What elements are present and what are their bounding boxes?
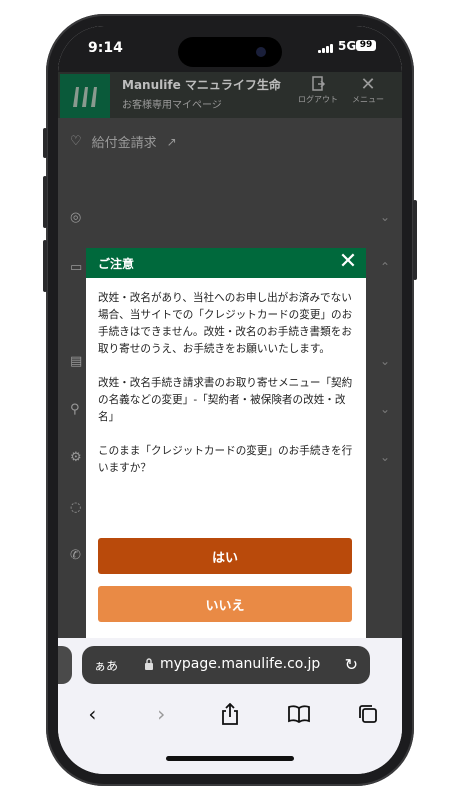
list-icon: ▤ bbox=[70, 354, 83, 369]
lock-icon bbox=[145, 658, 153, 670]
manulife-logo[interactable] bbox=[60, 74, 110, 118]
bookmarks-button[interactable] bbox=[279, 699, 319, 729]
no-button[interactable]: いいえ bbox=[98, 586, 352, 622]
volume-down-button bbox=[43, 240, 47, 292]
dialog-paragraph: 改姓・改名手続き請求書のお取り寄せメニュー「契約の名義などの変更」-「契約者・被… bbox=[98, 377, 353, 423]
share-button[interactable] bbox=[210, 699, 250, 729]
power-button bbox=[413, 200, 417, 280]
logout-icon bbox=[312, 76, 326, 91]
safari-bottom-bar: ぁあ mypage.manulife.co.jp ↻ ‹ › bbox=[58, 638, 402, 774]
menu-item-icon-search[interactable]: ⚲ bbox=[70, 402, 80, 417]
menu-button[interactable]: ✕ メニュー bbox=[346, 76, 390, 105]
text-size-button[interactable]: ぁあ bbox=[94, 657, 118, 674]
reload-icon[interactable]: ↻ bbox=[345, 655, 358, 674]
back-button[interactable]: ‹ bbox=[72, 699, 112, 729]
browser-toolbar: ‹ › bbox=[58, 694, 402, 734]
battery-icon: 99 bbox=[356, 40, 376, 51]
previous-tab-preview[interactable] bbox=[58, 646, 72, 684]
tabs-icon bbox=[358, 705, 377, 723]
mute-switch bbox=[43, 128, 47, 158]
dialog-paragraph: 改姓・改名があり、当社へのお申し出がお済みでない場合、当サイトでの「クレジットカ… bbox=[98, 292, 353, 355]
status-bar: 9:14 5G 99 bbox=[58, 26, 402, 72]
book-icon bbox=[287, 705, 310, 723]
logout-button[interactable]: ログアウト bbox=[296, 76, 340, 105]
menu-item-icon-chat[interactable]: ◌ bbox=[70, 500, 81, 515]
manulife-logo-icon bbox=[73, 87, 97, 107]
dialog-paragraph: このまま「クレジットカードの変更」のお手続きを行いますか？ bbox=[98, 445, 353, 474]
chevron-up-icon: ⌃ bbox=[379, 260, 390, 274]
brand-subtitle: お客様専用マイページ bbox=[122, 100, 222, 111]
gear-icon: ⚙ bbox=[70, 450, 82, 465]
url-text: mypage.manulife.co.jp bbox=[160, 656, 321, 672]
menu-item-benefit-claim[interactable]: ♡ 給付金請求 ↗ bbox=[70, 132, 177, 151]
menu-item-icon-doc[interactable]: ▭ bbox=[70, 260, 82, 275]
yes-button[interactable]: はい bbox=[98, 538, 352, 574]
site-header: Manulife マニュライフ生命 お客様専用マイページ ログアウト ✕ メニュ… bbox=[58, 72, 402, 118]
close-menu-icon: ✕ bbox=[360, 74, 376, 95]
menu-item-icon-settings[interactable]: ⚙ bbox=[70, 450, 82, 465]
heart-plus-icon: ♡ bbox=[70, 134, 82, 149]
volume-up-button bbox=[43, 176, 47, 228]
dialog-title: ご注意 bbox=[98, 257, 135, 271]
dialog-message: 改姓・改名があり、当社へのお申し出がお済みでない場合、当サイトでの「クレジットカ… bbox=[98, 290, 356, 494]
person-icon: ◎ bbox=[70, 210, 82, 225]
chevron-down-icon: ⌄ bbox=[379, 210, 390, 224]
chevron-down-icon: ⌄ bbox=[379, 402, 390, 416]
url-display[interactable]: mypage.manulife.co.jp bbox=[144, 656, 320, 672]
home-indicator[interactable] bbox=[166, 756, 294, 761]
dynamic-island bbox=[178, 37, 282, 67]
menu-item-icon-person[interactable]: ◎ bbox=[70, 210, 81, 225]
document-icon: ▭ bbox=[70, 260, 83, 275]
forward-icon: › bbox=[157, 702, 166, 726]
phone-icon: ✆ bbox=[70, 548, 81, 563]
back-icon: ‹ bbox=[88, 702, 97, 726]
menu-item-icon-list[interactable]: ▤ bbox=[70, 354, 82, 369]
chevron-down-icon: ⌄ bbox=[379, 354, 390, 368]
page-content-dimmed: ♡ 給付金請求 ↗ ◎ ⌄ ▭ ⌃ ▤ ⌄ ⚲ ⌄ ⚙ ⌄ ◌ ✆ ご注意 ✕ … bbox=[58, 118, 402, 638]
menu-item-label: 給付金請求 bbox=[91, 136, 157, 151]
close-icon[interactable]: ✕ bbox=[336, 250, 360, 276]
logout-label: ログアウト bbox=[298, 95, 338, 104]
address-bar[interactable]: ぁあ mypage.manulife.co.jp ↻ bbox=[82, 646, 370, 684]
brand-name: Manulife マニュライフ生命 bbox=[122, 78, 281, 92]
screen: 9:14 5G 99 Manulife マニュライフ生命 お客様専用マイページ … bbox=[58, 26, 402, 774]
dialog-header: ご注意 ✕ bbox=[86, 248, 366, 278]
camera-icon bbox=[256, 47, 266, 57]
chevron-down-icon: ⌄ bbox=[379, 450, 390, 464]
forward-button[interactable]: › bbox=[141, 699, 181, 729]
search-icon: ⚲ bbox=[70, 402, 80, 417]
status-time: 9:14 bbox=[88, 40, 123, 56]
share-icon bbox=[222, 703, 238, 725]
menu-item-icon-phone[interactable]: ✆ bbox=[70, 548, 81, 563]
caution-dialog: ご注意 ✕ 改姓・改名があり、当社へのお申し出がお済みでない場合、当サイトでの「… bbox=[86, 248, 366, 638]
tabs-button[interactable] bbox=[348, 699, 388, 729]
chat-icon: ◌ bbox=[70, 500, 82, 515]
menu-label: メニュー bbox=[352, 95, 384, 104]
network-type: 5G bbox=[338, 39, 357, 53]
external-link-icon: ↗ bbox=[166, 134, 177, 149]
signal-icon bbox=[318, 43, 333, 53]
